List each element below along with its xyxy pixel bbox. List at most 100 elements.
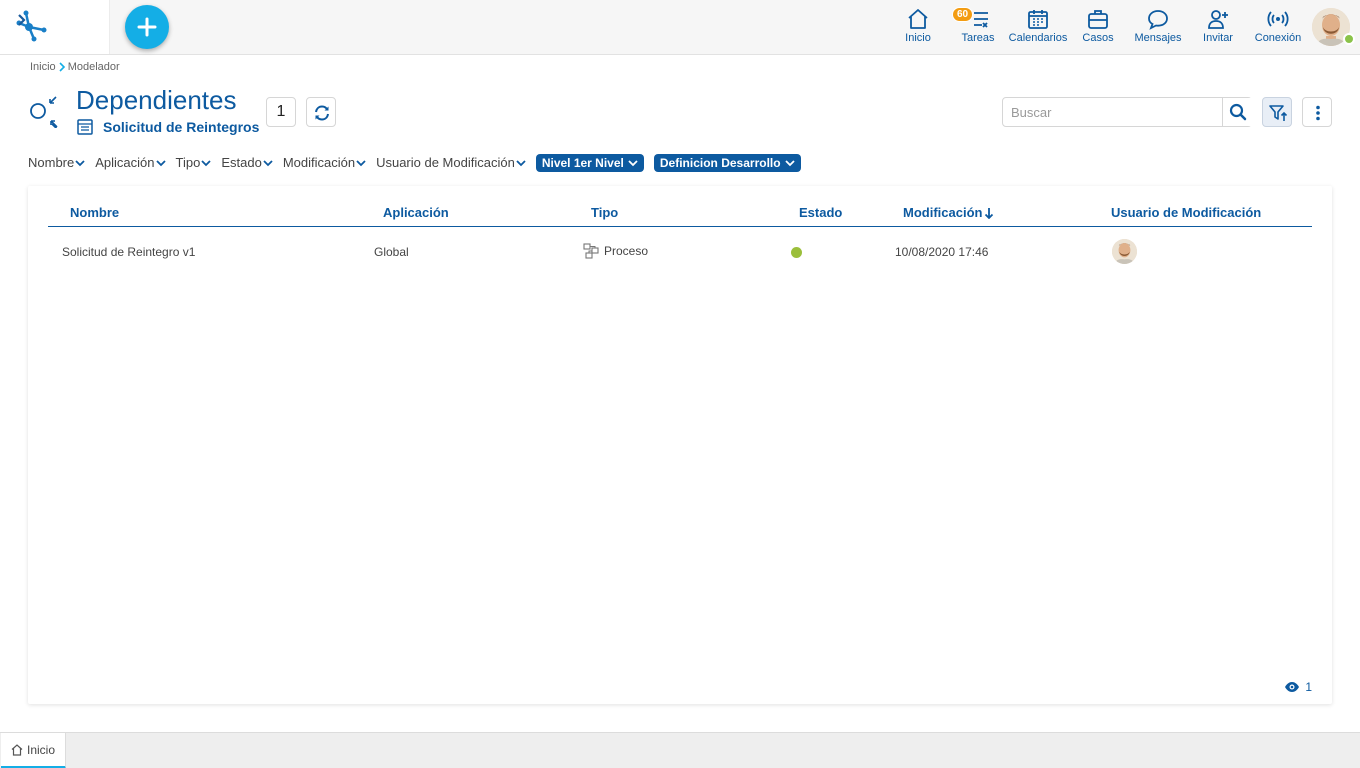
logo-area[interactable] <box>0 0 110 54</box>
search-input[interactable] <box>1003 98 1223 126</box>
nav-casos[interactable]: Casos <box>1080 8 1116 48</box>
tab-inicio[interactable]: Inicio <box>1 733 66 768</box>
chevron-down-icon <box>75 160 85 167</box>
column-header-aplicacion-label: Aplicación <box>383 205 449 220</box>
breadcrumb: Inicio Modelador <box>30 61 120 73</box>
filter-chip-definicion-label: Definicion Desarrollo <box>659 155 781 170</box>
filter-aplicacion[interactable]: Aplicación <box>95 155 166 170</box>
sort-down-arrow-icon <box>985 207 994 219</box>
column-header-tipo-label: Tipo <box>591 205 619 220</box>
column-header-nombre-label: Nombre <box>70 205 120 220</box>
filter-modificacion-label: Modificación <box>282 155 356 170</box>
filter-aplicacion-label: Aplicación <box>95 155 155 170</box>
search-icon <box>1229 103 1247 121</box>
home-icon <box>11 743 23 756</box>
search-box <box>1002 97 1252 127</box>
nav-calendarios-label: Calendarios <box>1008 32 1068 44</box>
process-icon <box>583 243 599 259</box>
filter-bar: Nombre Aplicación Tipo Estado Modificaci… <box>28 153 801 172</box>
calendar-icon <box>1028 10 1048 29</box>
visible-count-value: 1 <box>1305 680 1312 694</box>
invite-icon <box>1208 10 1228 29</box>
status-dot <box>791 247 802 258</box>
cell-aplicacion: Global <box>374 245 409 259</box>
result-count: 1 <box>266 97 296 127</box>
column-header-nombre[interactable]: Nombre <box>70 205 119 220</box>
breadcrumb-current: Modelador <box>67 61 120 73</box>
nav-tareas[interactable]: 60 Tareas <box>952 7 998 48</box>
cell-modificacion: 10/08/2020 17:46 <box>895 245 989 259</box>
chevron-down-icon <box>784 159 795 166</box>
nav-calendarios[interactable]: Calendarios <box>1008 8 1068 48</box>
visible-count: 1 <box>1284 680 1312 694</box>
tab-inicio-label: Inicio <box>26 742 55 757</box>
column-header-usuario[interactable]: Usuario de Modificación <box>1111 205 1261 220</box>
page-subtitle[interactable]: Solicitud de Reintegros <box>103 119 259 135</box>
filter-usuario-label: Usuario de Modificación <box>376 155 515 170</box>
column-header-estado-label: Estado <box>799 205 843 220</box>
filter-nombre-label: Nombre <box>28 155 75 170</box>
filter-chip-nivel-label: Nivel 1er Nivel <box>541 155 624 170</box>
nav-mensajes-label: Mensajes <box>1134 32 1182 44</box>
nav-conexion[interactable]: Conexión <box>1252 8 1304 48</box>
search-button[interactable] <box>1222 98 1252 126</box>
briefcase-icon <box>1088 10 1108 29</box>
add-button[interactable] <box>125 5 169 49</box>
nav-tareas-label: Tareas <box>961 32 995 44</box>
online-status-dot <box>1343 33 1355 45</box>
filter-estado-label: Estado <box>221 155 262 170</box>
refresh-icon <box>315 105 329 121</box>
nav-invitar[interactable]: Invitar <box>1198 8 1238 48</box>
chevron-down-icon <box>155 160 166 167</box>
breadcrumb-home[interactable]: Inicio <box>30 61 56 73</box>
nav-mensajes[interactable]: Mensajes <box>1132 8 1184 48</box>
filter-usuario[interactable]: Usuario de Modificación <box>376 155 526 170</box>
chevron-down-icon <box>263 160 273 167</box>
cell-tipo-label: Proceso <box>604 244 649 258</box>
filter-tipo[interactable]: Tipo <box>176 155 212 170</box>
page-title: Dependientes <box>76 85 237 115</box>
column-header-tipo[interactable]: Tipo <box>591 205 618 220</box>
breadcrumb-chevron-icon <box>59 62 65 72</box>
filter-estado[interactable]: Estado <box>221 155 273 170</box>
chevron-down-icon <box>628 159 638 166</box>
eye-icon <box>1285 682 1300 692</box>
user-photo-icon <box>1112 239 1137 264</box>
bottom-tab-bar: Inicio <box>0 732 1360 768</box>
chevron-down-icon <box>201 160 211 167</box>
filter-tipo-label: Tipo <box>175 155 201 170</box>
filter-chip-definicion[interactable]: Definicion Desarrollo <box>653 153 801 172</box>
cell-nombre: Solicitud de Reintegro v1 <box>62 245 196 259</box>
filter-chip-nivel[interactable]: Nivel 1er Nivel <box>535 153 644 172</box>
cell-tipo: Proceso <box>583 243 648 259</box>
results-card: Nombre Aplicación Tipo Estado Modificaci… <box>28 186 1332 704</box>
column-header-aplicacion[interactable]: Aplicación <box>383 205 449 220</box>
table-row[interactable]: Solicitud de Reintegro v1 Global Proceso… <box>48 230 1312 274</box>
filter-sort-icon <box>1269 105 1288 121</box>
nav-inicio-label: Inicio <box>905 32 931 44</box>
more-options-button[interactable] <box>1302 97 1332 127</box>
tasks-badge: 60 <box>952 7 974 22</box>
chevron-down-icon <box>516 160 526 167</box>
chevron-down-icon <box>356 160 366 167</box>
row-user-avatar[interactable] <box>1112 239 1137 264</box>
filter-nombre[interactable]: Nombre <box>28 155 85 170</box>
top-bar: Inicio 60 Tareas Calendarios Casos Mensa… <box>0 0 1360 55</box>
nav-casos-label: Casos <box>1082 32 1114 44</box>
column-header-modificacion-label: Modificación <box>903 205 983 220</box>
process-document-icon <box>77 119 93 135</box>
filter-button[interactable] <box>1262 97 1292 127</box>
column-header-modificacion[interactable]: Modificación <box>903 205 994 220</box>
filter-modificacion[interactable]: Modificación <box>283 155 366 170</box>
header-divider <box>48 226 1312 227</box>
chevron-right-icon[interactable] <box>14 10 30 30</box>
column-header-usuario-label: Usuario de Modificación <box>1111 205 1262 220</box>
dependencies-icon <box>30 96 58 128</box>
home-icon <box>908 9 928 29</box>
refresh-button[interactable] <box>306 97 336 127</box>
nav-inicio[interactable]: Inicio <box>898 8 938 48</box>
more-vertical-icon <box>1316 105 1320 121</box>
plus-icon <box>137 17 157 37</box>
column-header-estado[interactable]: Estado <box>799 205 842 220</box>
connection-icon <box>1267 11 1289 27</box>
